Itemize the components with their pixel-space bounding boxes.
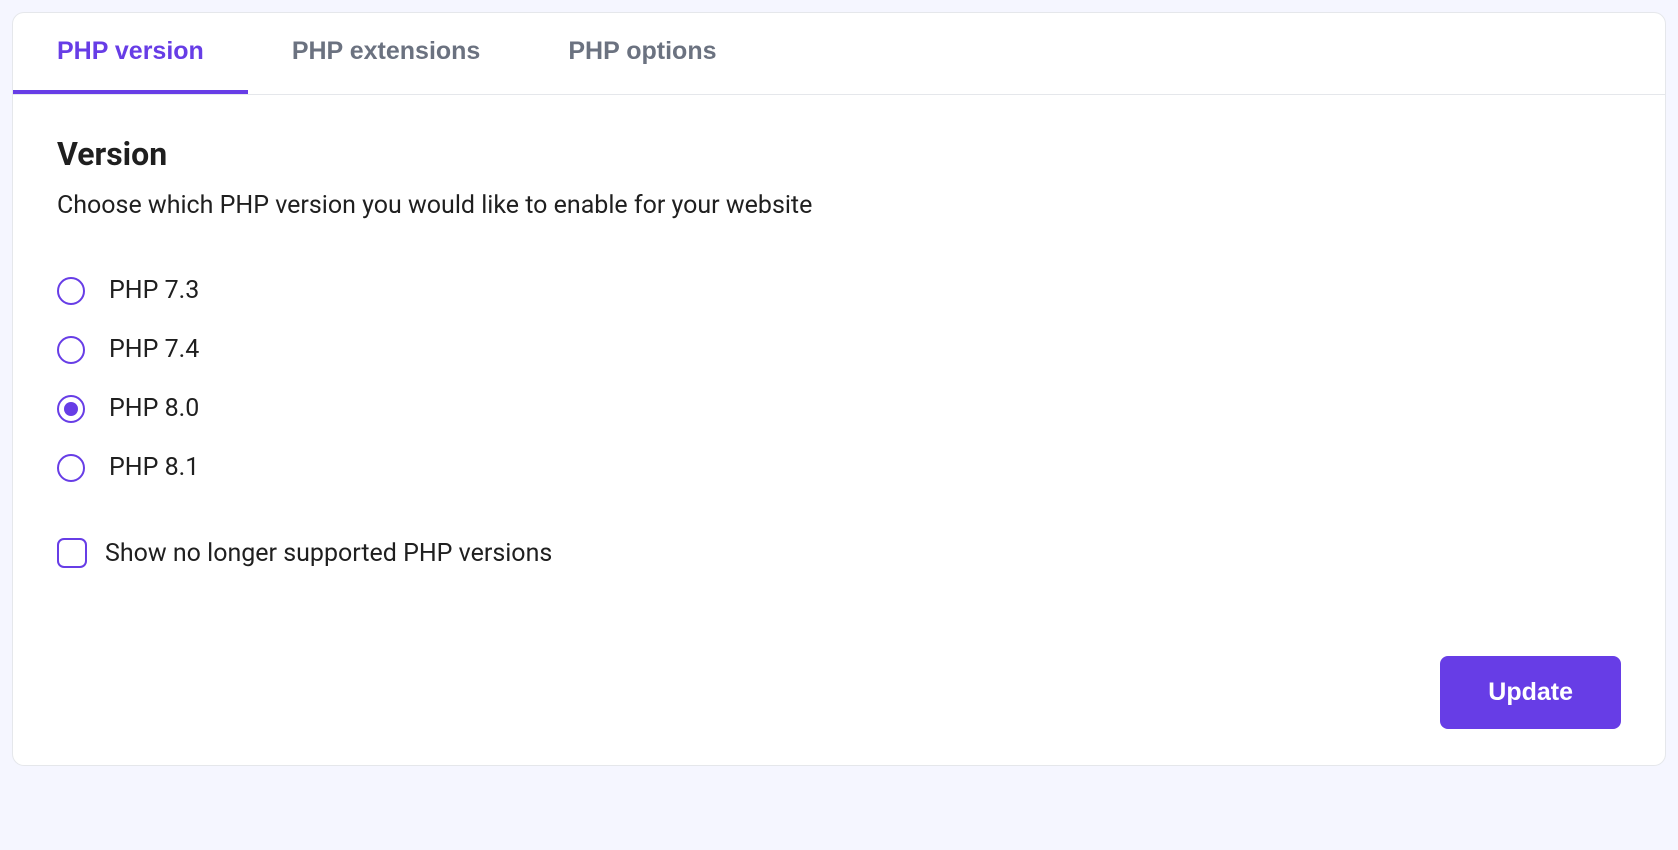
radio-php-8-0[interactable]: PHP 8.0 bbox=[57, 394, 1621, 423]
section-description: Choose which PHP version you would like … bbox=[57, 191, 1621, 220]
tab-php-version[interactable]: PHP version bbox=[13, 13, 248, 94]
radio-icon bbox=[57, 454, 85, 482]
update-button[interactable]: Update bbox=[1440, 656, 1621, 729]
tab-bar: PHP version PHP extensions PHP options bbox=[13, 13, 1665, 95]
radio-icon bbox=[57, 395, 85, 423]
radio-label: PHP 8.0 bbox=[109, 394, 199, 423]
tab-php-extensions[interactable]: PHP extensions bbox=[248, 13, 525, 94]
radio-php-7-3[interactable]: PHP 7.3 bbox=[57, 276, 1621, 305]
panel-footer: Update bbox=[13, 656, 1665, 765]
radio-icon bbox=[57, 277, 85, 305]
checkbox-label: Show no longer supported PHP versions bbox=[105, 539, 552, 568]
tab-content: Version Choose which PHP version you wou… bbox=[13, 95, 1665, 656]
radio-icon bbox=[57, 336, 85, 364]
tab-php-options[interactable]: PHP options bbox=[524, 13, 760, 94]
php-version-radio-group: PHP 7.3 PHP 7.4 PHP 8.0 PHP 8.1 bbox=[57, 276, 1621, 482]
radio-php-7-4[interactable]: PHP 7.4 bbox=[57, 335, 1621, 364]
radio-php-8-1[interactable]: PHP 8.1 bbox=[57, 453, 1621, 482]
checkbox-icon bbox=[57, 538, 87, 568]
radio-label: PHP 7.4 bbox=[109, 335, 199, 364]
radio-label: PHP 8.1 bbox=[109, 453, 199, 482]
php-config-panel: PHP version PHP extensions PHP options V… bbox=[12, 12, 1666, 766]
section-heading: Version bbox=[57, 135, 1621, 173]
radio-label: PHP 7.3 bbox=[109, 276, 199, 305]
show-unsupported-checkbox[interactable]: Show no longer supported PHP versions bbox=[57, 538, 1621, 568]
